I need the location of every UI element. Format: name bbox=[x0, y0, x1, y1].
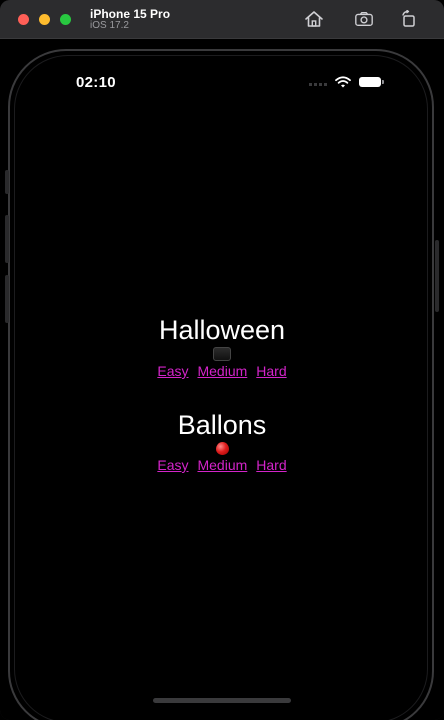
rotate-button[interactable] bbox=[399, 9, 419, 29]
balloon-icon bbox=[215, 442, 229, 455]
os-version: iOS 17.2 bbox=[90, 20, 129, 31]
phone-screen bbox=[14, 55, 428, 720]
battery-icon bbox=[359, 77, 384, 87]
section-title: Halloween bbox=[158, 315, 286, 345]
ballons-section: Ballons Easy Medium Hard bbox=[0, 409, 444, 473]
simulator-window: iPhone 15 Pro iOS 17.2 02:10 Halloween E… bbox=[0, 0, 444, 720]
camera-icon bbox=[355, 11, 373, 27]
action-button[interactable] bbox=[5, 170, 9, 194]
volume-up-button[interactable] bbox=[5, 215, 9, 263]
halloween-hard-link[interactable]: Hard bbox=[256, 363, 286, 379]
difficulty-links: Easy Medium Hard bbox=[0, 363, 444, 379]
home-indicator[interactable] bbox=[153, 698, 291, 703]
minimize-window-button[interactable] bbox=[39, 14, 50, 25]
home-button[interactable] bbox=[304, 9, 324, 29]
rotate-icon bbox=[402, 10, 415, 27]
pumpkin-icon bbox=[213, 347, 231, 361]
ballons-easy-link[interactable]: Easy bbox=[157, 457, 188, 473]
power-button[interactable] bbox=[435, 240, 439, 312]
ballons-hard-link[interactable]: Hard bbox=[256, 457, 286, 473]
title-bar: iPhone 15 Pro iOS 17.2 bbox=[0, 0, 444, 39]
wifi-icon bbox=[335, 76, 351, 88]
status-icons bbox=[335, 76, 384, 88]
home-icon bbox=[305, 11, 323, 27]
zoom-window-button[interactable] bbox=[60, 14, 71, 25]
device-name: iPhone 15 Pro bbox=[90, 7, 171, 21]
halloween-section: Halloween Easy Medium Hard bbox=[0, 314, 444, 379]
close-window-button[interactable] bbox=[18, 14, 29, 25]
section-title: Ballons bbox=[177, 410, 267, 440]
difficulty-links: Easy Medium Hard bbox=[0, 457, 444, 473]
screenshot-button[interactable] bbox=[354, 9, 374, 29]
cellular-signal-icon bbox=[309, 83, 329, 86]
halloween-medium-link[interactable]: Medium bbox=[197, 363, 247, 379]
phone-frame bbox=[8, 49, 434, 720]
status-time: 02:10 bbox=[76, 74, 116, 91]
halloween-easy-link[interactable]: Easy bbox=[157, 363, 188, 379]
ballons-medium-link[interactable]: Medium bbox=[197, 457, 247, 473]
